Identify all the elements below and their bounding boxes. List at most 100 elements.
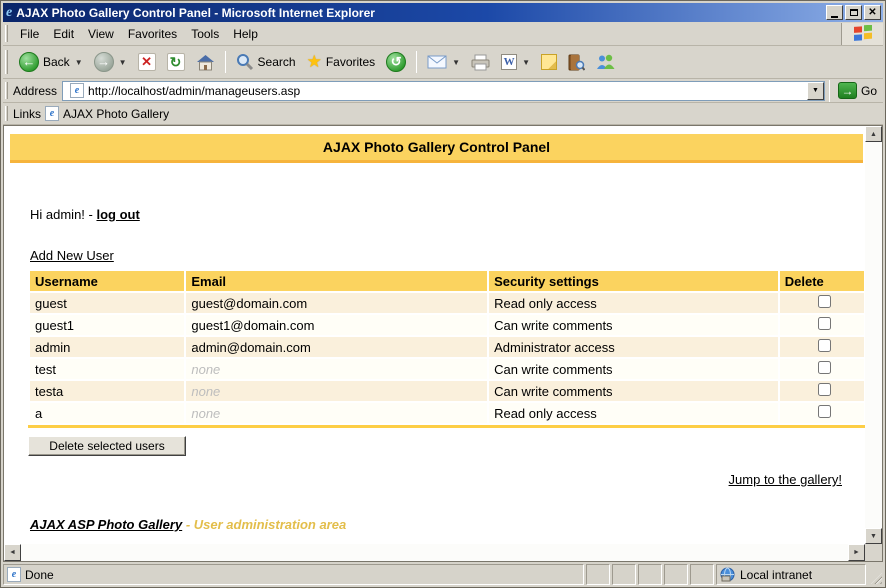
delete-selected-users-button[interactable]: Delete selected users: [28, 436, 186, 456]
menu-tools[interactable]: Tools: [184, 25, 226, 43]
cell-email: none: [186, 359, 487, 379]
vertical-scroll-track[interactable]: [865, 142, 882, 528]
footer-gallery-link[interactable]: AJAX ASP Photo Gallery: [30, 517, 182, 532]
messenger-button[interactable]: [591, 51, 620, 73]
cell-email: guest1@domain.com: [186, 315, 487, 335]
horizontal-scrollbar[interactable]: ◄ ►: [4, 544, 865, 561]
stop-button[interactable]: ✕: [133, 50, 161, 74]
cell-username: guest: [30, 293, 184, 313]
menu-favorites[interactable]: Favorites: [121, 25, 184, 43]
edit-dropdown-icon[interactable]: ▼: [522, 58, 530, 67]
cell-username: admin: [30, 337, 184, 357]
page-banner: AJAX Photo Gallery Control Panel: [10, 134, 863, 163]
address-label: Address: [13, 84, 57, 98]
cell-security: Can write comments: [489, 315, 778, 335]
menu-file[interactable]: File: [13, 25, 46, 43]
mail-button[interactable]: ▼: [422, 52, 465, 72]
cell-email: none: [186, 381, 487, 401]
forward-button[interactable]: → ▼: [89, 49, 132, 75]
logout-link[interactable]: log out: [96, 207, 139, 222]
links-bar-link[interactable]: AJAX Photo Gallery: [63, 107, 169, 121]
address-dropdown-button[interactable]: ▼: [807, 82, 824, 100]
history-button[interactable]: ↺: [381, 49, 411, 75]
cell-username: a: [30, 403, 184, 423]
menu-help[interactable]: Help: [226, 25, 265, 43]
mail-dropdown-icon[interactable]: ▼: [452, 58, 460, 67]
windows-logo-icon: [841, 23, 883, 45]
cell-security: Read only access: [489, 293, 778, 313]
ie-page-icon: e: [70, 83, 84, 98]
delete-checkbox[interactable]: [818, 405, 831, 418]
cell-security: Administrator access: [489, 337, 778, 357]
menu-view[interactable]: View: [81, 25, 121, 43]
resize-grip[interactable]: [868, 564, 883, 585]
menu-bar: File Edit View Favorites Tools Help: [3, 22, 883, 46]
cell-email: admin@domain.com: [186, 337, 487, 357]
ie-logo-icon: e: [6, 6, 12, 20]
greeting-label: Hi admin! -: [30, 207, 96, 222]
delete-checkbox[interactable]: [818, 295, 831, 308]
toolbar-grip[interactable]: [5, 106, 8, 122]
delete-checkbox[interactable]: [818, 339, 831, 352]
edit-with-word-button[interactable]: W ▼: [496, 51, 535, 73]
footer-area-label: - User administration area: [186, 517, 346, 532]
go-button[interactable]: → Go: [834, 82, 883, 99]
jump-to-gallery-link[interactable]: Jump to the gallery!: [729, 472, 842, 487]
discuss-button[interactable]: [536, 51, 562, 73]
status-pane: [586, 564, 610, 585]
back-dropdown-icon[interactable]: ▼: [75, 58, 83, 67]
cell-username: testa: [30, 381, 184, 401]
links-bar: Links e AJAX Photo Gallery: [3, 103, 883, 125]
title-bar: e AJAX Photo Gallery Control Panel - Mic…: [3, 3, 883, 22]
minimize-icon: [831, 16, 838, 18]
close-button[interactable]: ✕: [864, 5, 881, 20]
scroll-up-button[interactable]: ▲: [865, 126, 882, 142]
back-button[interactable]: ← Back ▼: [14, 49, 88, 75]
table-row: test none Can write comments: [30, 359, 864, 379]
delete-checkbox[interactable]: [818, 383, 831, 396]
search-icon: [236, 53, 254, 71]
research-button[interactable]: [563, 51, 590, 74]
print-icon: [471, 54, 490, 71]
research-icon: [568, 54, 585, 71]
scroll-right-button[interactable]: ►: [848, 544, 865, 561]
refresh-icon: ↻: [167, 53, 185, 71]
refresh-button[interactable]: ↻: [162, 50, 190, 74]
favorites-label: Favorites: [326, 55, 375, 69]
page-title: AJAX Photo Gallery Control Panel: [323, 139, 550, 155]
address-input[interactable]: [88, 83, 807, 99]
scroll-left-button[interactable]: ◄: [4, 544, 21, 561]
delete-checkbox[interactable]: [818, 317, 831, 330]
toolbar-grip[interactable]: [5, 25, 8, 42]
maximize-button[interactable]: [845, 5, 862, 20]
delete-checkbox[interactable]: [818, 361, 831, 374]
cell-username: test: [30, 359, 184, 379]
back-icon: ←: [19, 52, 39, 72]
cell-email: guest@domain.com: [186, 293, 487, 313]
toolbar-grip[interactable]: [5, 82, 8, 99]
status-pane: [690, 564, 714, 585]
forward-dropdown-icon[interactable]: ▼: [119, 58, 127, 67]
security-zone-label: Local intranet: [740, 568, 812, 582]
table-header-row: Username Email Security settings Delete: [30, 271, 864, 291]
web-page: AJAX Photo Gallery Control Panel Hi admi…: [4, 126, 865, 544]
scroll-down-button[interactable]: ▼: [865, 528, 882, 544]
add-new-user-link[interactable]: Add New User: [30, 248, 114, 263]
print-button[interactable]: [466, 51, 495, 74]
window-title: AJAX Photo Gallery Control Panel - Micro…: [16, 6, 826, 20]
table-row: guest1 guest1@domain.com Can write comme…: [30, 315, 864, 335]
vertical-scrollbar[interactable]: ▲ ▼: [865, 126, 882, 544]
horizontal-scroll-track[interactable]: [21, 544, 848, 561]
toolbar-grip[interactable]: [5, 50, 8, 74]
browser-viewport: AJAX Photo Gallery Control Panel Hi admi…: [3, 125, 883, 562]
search-button[interactable]: Search: [231, 50, 301, 74]
favorites-button[interactable]: ★ Favorites: [302, 49, 381, 75]
header-delete: Delete: [780, 271, 864, 291]
home-button[interactable]: [191, 51, 220, 74]
address-field[interactable]: e ▼: [62, 81, 825, 101]
menu-edit[interactable]: Edit: [46, 25, 81, 43]
notes-icon: [541, 54, 557, 70]
minimize-button[interactable]: [826, 5, 843, 20]
mail-icon: [427, 55, 447, 69]
status-pane: [638, 564, 662, 585]
